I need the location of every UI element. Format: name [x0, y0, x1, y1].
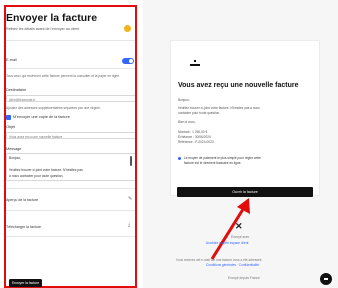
footer-links[interactable]: Conditions générales · Confidentialité	[206, 263, 259, 267]
annotation-arrow	[210, 198, 250, 260]
footer-sent-with: Envoyé avec	[231, 235, 250, 239]
brand-mark-icon: ✕	[235, 221, 243, 231]
footer-origin: Envoyé depuis France	[228, 276, 260, 280]
chat-bubble-icon[interactable]	[320, 273, 332, 285]
footer-link[interactable]: Accédez à votre espace client	[206, 241, 248, 245]
footer-legal: Vous recevez cet e-mail car une facture …	[176, 258, 263, 262]
